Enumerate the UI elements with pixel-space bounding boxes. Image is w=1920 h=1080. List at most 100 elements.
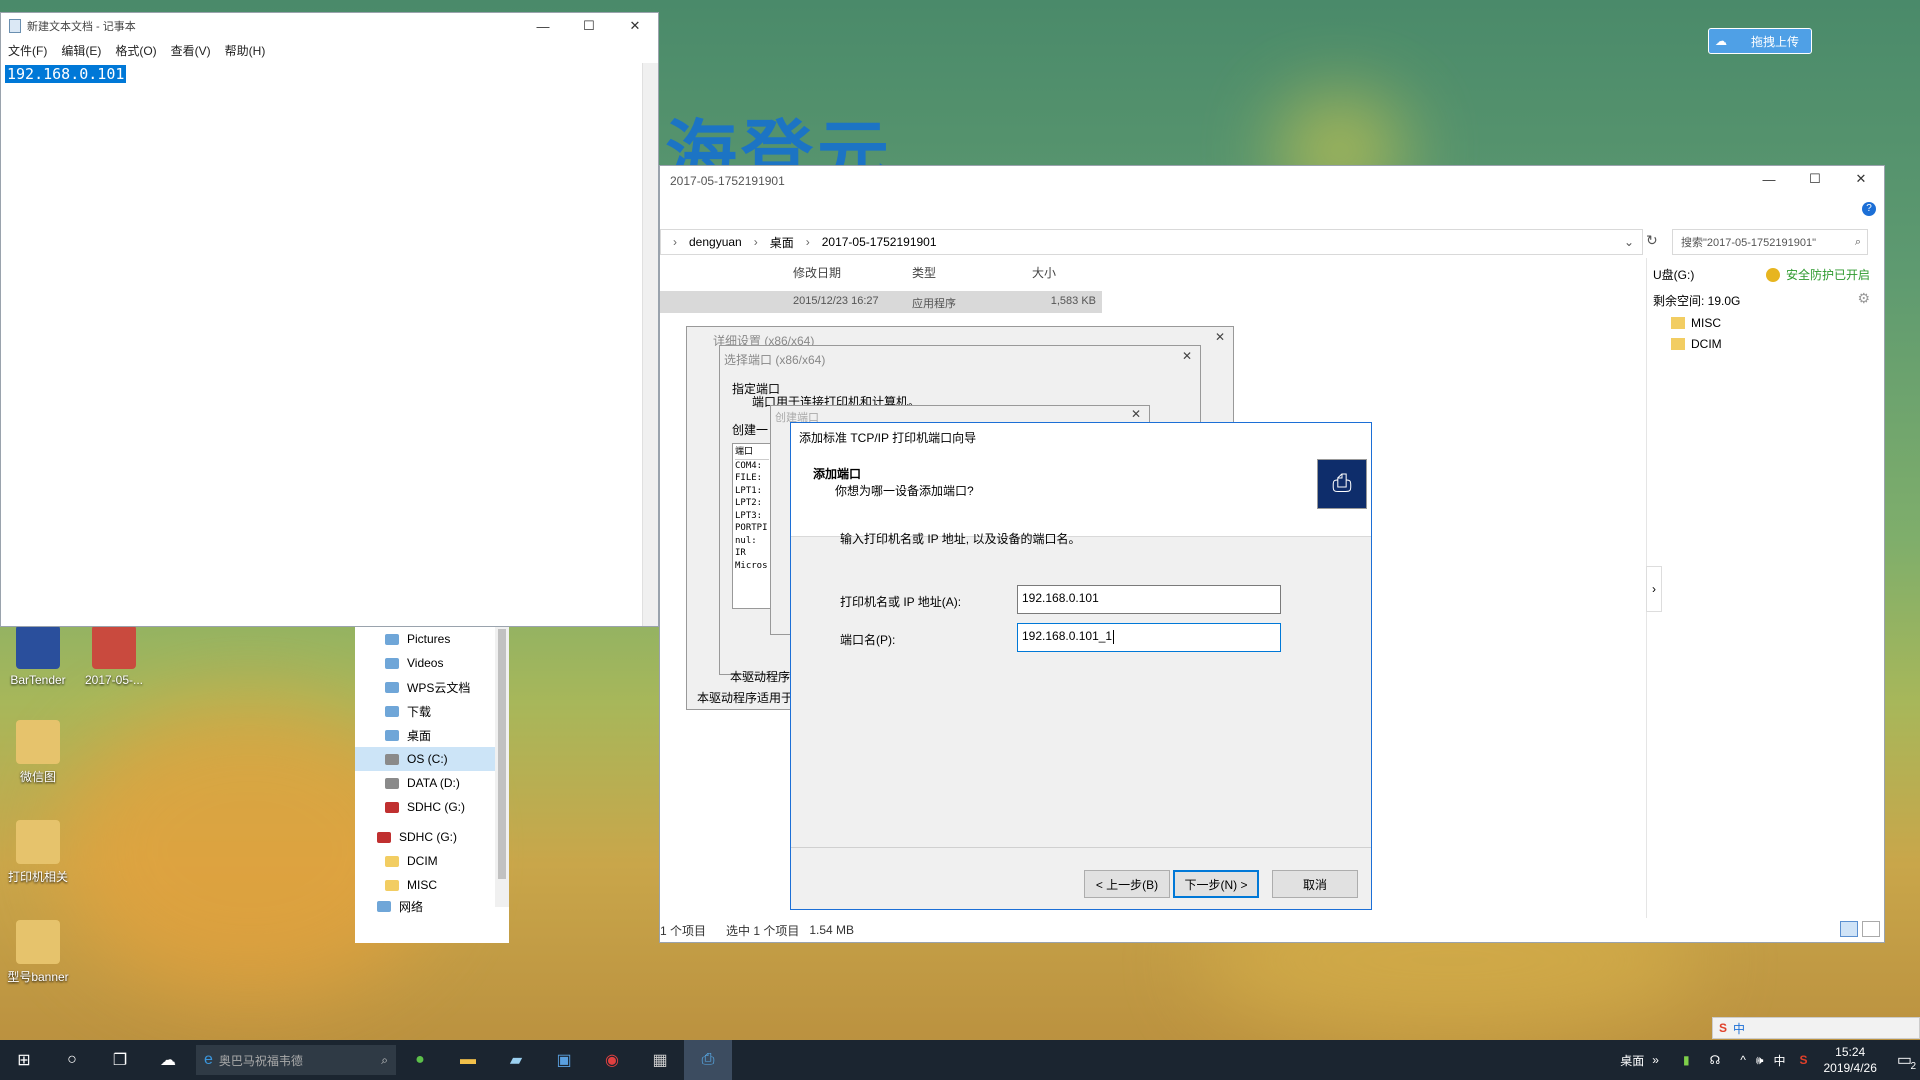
baidu-netdisk-icon[interactable]: ☁ <box>144 1040 192 1080</box>
wizard-title: 添加标准 TCP/IP 打印机端口向导 <box>791 423 1371 451</box>
maximize-button[interactable]: ☐ <box>566 13 612 39</box>
browser-360-icon[interactable]: ● <box>396 1040 444 1080</box>
recorder-icon[interactable]: ◉ <box>588 1040 636 1080</box>
back-button[interactable]: < 上一步(B) <box>1084 870 1170 898</box>
menu-edit[interactable]: 编辑(E) <box>54 42 108 59</box>
file-explorer-icon[interactable]: ▬ <box>444 1040 492 1080</box>
menu-file[interactable]: 文件(F) <box>1 42 54 59</box>
taskbar-search[interactable]: e 奥巴马祝福韦德 ⌕ <box>196 1045 396 1075</box>
ip-label: 打印机名或 IP 地址(A): <box>840 595 962 609</box>
column-date[interactable]: 修改日期 <box>793 264 841 281</box>
nav-desktop[interactable]: 桌面 <box>355 723 509 747</box>
ime-toolbar[interactable]: S 中 <box>1712 1017 1920 1039</box>
menu-help[interactable]: 帮助(H) <box>218 42 273 59</box>
address-bar[interactable]: › dengyuan › 桌面 › 2017-05-1752191901 ⌄ <box>660 229 1643 255</box>
sogou-tray-icon[interactable]: S <box>1799 1053 1807 1067</box>
notepad-taskbar-icon[interactable]: ▰ <box>492 1040 540 1080</box>
nav-data-d[interactable]: DATA (D:) <box>355 771 509 795</box>
minimize-button[interactable]: — <box>520 13 566 39</box>
start-button[interactable]: ⊞ <box>0 1040 48 1080</box>
battery-icon[interactable]: ▮ <box>1683 1053 1690 1067</box>
pictures-icon <box>385 633 399 645</box>
notepad-window-controls: — ☐ ✕ <box>520 13 658 39</box>
menu-format[interactable]: 格式(O) <box>108 42 163 59</box>
close-button[interactable]: ✕ <box>1838 166 1884 192</box>
port-list[interactable]: 端口 COM4: FILE: LPT1: LPT2: LPT3: PORTPI … <box>732 443 772 609</box>
help-icon[interactable]: ? <box>1862 202 1876 216</box>
next-button[interactable]: 下一步(N) > <box>1173 870 1259 898</box>
nav-scrollbar[interactable] <box>495 627 509 907</box>
desktop-icon-bartender[interactable]: BarTender <box>0 625 76 687</box>
nav-network[interactable]: 网络 <box>355 897 509 915</box>
breadcrumb-dengyuan[interactable]: dengyuan <box>689 235 742 249</box>
column-headers: 修改日期 类型 大小 <box>660 258 1660 286</box>
text-cursor <box>1113 629 1115 644</box>
close-button[interactable]: ✕ <box>612 13 658 39</box>
cortana-icon[interactable]: ○ <box>48 1040 96 1080</box>
task-view-icon[interactable]: ❐ <box>96 1040 144 1080</box>
close-icon[interactable]: ✕ <box>1131 407 1141 421</box>
bartender-icon <box>16 625 60 669</box>
panel-toggle-button[interactable]: › <box>1646 566 1662 612</box>
volume-icon[interactable]: 🕪 <box>1756 1053 1764 1068</box>
sd-card-icon <box>385 801 399 813</box>
breadcrumb-folder[interactable]: 2017-05-1752191901 <box>822 235 937 249</box>
nav-videos[interactable]: Videos <box>355 651 509 675</box>
usb-folder-misc[interactable]: MISC <box>1671 316 1721 330</box>
desktop-icon-banner[interactable]: 型号banner <box>0 920 76 985</box>
clock[interactable]: 15:24 2019/4/26 <box>1823 1044 1876 1076</box>
nav-scroll-thumb[interactable] <box>498 629 506 879</box>
nav-pictures[interactable]: Pictures <box>355 627 509 651</box>
nav-misc[interactable]: MISC <box>355 873 509 897</box>
desktop-icon-archive[interactable]: 2017-05-... <box>76 625 152 687</box>
refresh-icon[interactable]: ↻ <box>1646 232 1658 249</box>
people-icon[interactable]: ☊ <box>1710 1053 1721 1067</box>
chevron-down-icon[interactable]: ⌄ <box>1624 235 1634 249</box>
nav-os-c[interactable]: OS (C:) <box>355 747 509 771</box>
wizard-instruction: 输入打印机名或 IP 地址, 以及设备的端口名。 <box>840 532 1081 546</box>
ime-indicator[interactable]: 中 <box>1773 1052 1785 1069</box>
gear-icon[interactable]: ⚙ <box>1857 290 1870 307</box>
close-icon[interactable]: ✕ <box>1215 330 1225 344</box>
nav-sdhc-g-root[interactable]: SDHC (G:) <box>355 825 509 849</box>
chevron-right-icon[interactable]: » <box>1652 1053 1659 1067</box>
notification-center-button[interactable]: ▭ 2 <box>1897 1050 1916 1072</box>
archive-icon <box>92 625 136 669</box>
nav-dcim[interactable]: DCIM <box>355 849 509 873</box>
desktop-icon <box>385 729 399 741</box>
baidu-upload-button[interactable]: ☁ 拖拽上传 <box>1708 28 1812 54</box>
printer-settings-icon[interactable]: ▦ <box>636 1040 684 1080</box>
close-icon[interactable]: ✕ <box>1182 349 1192 363</box>
nav-sdhc-g[interactable]: SDHC (G:) <box>355 795 509 819</box>
desktop-icon-printer[interactable]: 打印机相关 <box>0 820 76 885</box>
port-name-label: 端口名(P): <box>840 633 896 647</box>
column-type[interactable]: 类型 <box>912 264 936 281</box>
notepad-scrollbar[interactable] <box>642 63 658 626</box>
column-size[interactable]: 大小 <box>1032 264 1056 281</box>
protection-status[interactable]: 安全防护已开启 <box>1765 266 1870 283</box>
explorer-title: 2017-05-1752191901 <box>670 174 785 188</box>
maximize-button[interactable]: ☐ <box>1792 166 1838 192</box>
cancel-button[interactable]: 取消 <box>1272 870 1358 898</box>
monitor-app-icon[interactable]: ▣ <box>540 1040 588 1080</box>
desktop-toolbar-label[interactable]: 桌面 <box>1620 1052 1644 1069</box>
chevron-right-icon: › <box>673 235 677 249</box>
port-name-field[interactable]: 192.168.0.101_1 <box>1017 623 1281 652</box>
taskbar: ⊞ ○ ❐ ☁ e 奥巴马祝福韦德 ⌕ ● ▬ ▰ ▣ ◉ ▦ ⎙ 桌面 » ▮… <box>0 1040 1920 1080</box>
view-large-icon[interactable] <box>1862 921 1880 937</box>
nav-downloads[interactable]: 下载 <box>355 699 509 723</box>
notepad-text-area[interactable]: 192.168.0.101 <box>1 63 642 626</box>
search-input[interactable]: 搜索"2017-05-1752191901" ⌕ <box>1672 229 1868 255</box>
desktop-icon-wechat-images[interactable]: 微信图 <box>0 720 76 785</box>
menu-view[interactable]: 查看(V) <box>164 42 218 59</box>
minimize-button[interactable]: — <box>1746 166 1792 192</box>
sd-card-icon <box>377 831 391 843</box>
breadcrumb-desktop[interactable]: 桌面 <box>770 234 794 251</box>
ip-address-field[interactable]: 192.168.0.101 <box>1017 585 1281 614</box>
chevron-up-icon[interactable]: ^ <box>1740 1053 1746 1067</box>
bartender-taskbar-icon[interactable]: ⎙ <box>684 1040 732 1080</box>
nav-wps-cloud[interactable]: WPS云文档 <box>355 675 509 699</box>
view-details-icon[interactable] <box>1840 921 1858 937</box>
usb-folder-dcim[interactable]: DCIM <box>1671 337 1722 351</box>
file-row[interactable]: 2015/12/23 16:27 应用程序 1,583 KB <box>660 291 1102 313</box>
